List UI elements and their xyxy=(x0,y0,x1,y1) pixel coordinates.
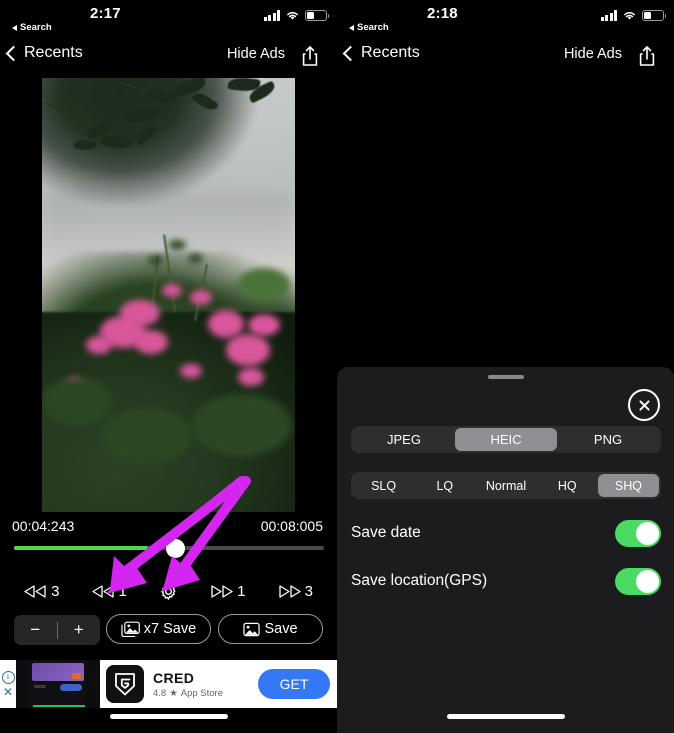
forward-1-button[interactable]: 1 xyxy=(210,583,245,600)
cellular-bars-icon xyxy=(600,10,617,21)
star-icon: ★ xyxy=(169,687,178,699)
hide-ads-button[interactable]: Hide Ads xyxy=(564,46,622,62)
quality-option-lq[interactable]: LQ xyxy=(414,474,475,497)
home-indicator xyxy=(109,714,228,719)
seek-bar-fill xyxy=(14,546,148,550)
share-icon[interactable] xyxy=(638,45,656,67)
screenshot-root: 2:17 Search Recents Hide Ads 00:04:243 0… xyxy=(0,0,674,733)
settings-gear-button[interactable] xyxy=(159,582,178,601)
gear-icon xyxy=(161,582,176,600)
back-triangle-icon xyxy=(12,24,17,31)
decrement-button[interactable]: − xyxy=(14,620,57,640)
cellular-bars-icon xyxy=(263,10,280,21)
video-frame-preview[interactable] xyxy=(42,78,295,512)
status-bar: 2:17 Search xyxy=(0,0,337,40)
close-circle-icon[interactable] xyxy=(628,389,660,421)
nav-bar: Recents Hide Ads xyxy=(337,40,674,78)
chevron-left-icon xyxy=(342,45,359,61)
forward-3-button[interactable]: 3 xyxy=(278,583,313,600)
status-time: 2:17 xyxy=(90,5,121,22)
ad-banner[interactable]: i ✕ CRED 4.8 ★ App Store GET xyxy=(0,660,337,708)
rewind-icon xyxy=(24,584,46,598)
rewind-1-label: 1 xyxy=(118,582,127,600)
save-date-row: Save date xyxy=(351,516,661,550)
ad-app-name: CRED xyxy=(153,669,195,686)
wifi-icon xyxy=(287,12,298,20)
rewind-1-button[interactable]: 1 xyxy=(91,582,127,600)
share-icon[interactable] xyxy=(301,45,319,67)
sheet-grabber[interactable] xyxy=(487,375,524,379)
back-to-search-link[interactable]: Search xyxy=(12,22,52,33)
save-location-toggle[interactable] xyxy=(615,567,661,595)
save-settings-sheet: JPEG HEIC PNG SLQ LQ Normal HQ SHQ Save … xyxy=(337,367,674,733)
battery-icon xyxy=(305,10,330,21)
format-option-heic[interactable]: HEIC xyxy=(455,428,557,451)
multi-save-label: x7 Save xyxy=(143,621,197,637)
ad-controls: i ✕ xyxy=(0,660,16,708)
save-date-toggle[interactable] xyxy=(615,519,661,547)
hide-ads-button[interactable]: Hide Ads xyxy=(227,46,285,62)
ad-rating: 4.8 xyxy=(153,687,167,699)
save-date-label: Save date xyxy=(351,524,421,541)
wifi-icon xyxy=(624,12,635,20)
back-button[interactable]: Recents xyxy=(5,44,83,62)
quality-option-slq[interactable]: SLQ xyxy=(353,474,414,497)
cred-logo-icon xyxy=(106,665,144,703)
save-location-label: Save location(GPS) xyxy=(351,572,488,589)
back-to-search-label: Search xyxy=(20,22,52,33)
home-indicator xyxy=(446,714,565,719)
quality-option-normal[interactable]: Normal xyxy=(475,474,536,497)
action-button-row: − + x7 Save Save xyxy=(0,612,337,648)
nav-bar: Recents Hide Ads xyxy=(0,40,337,78)
ad-store: App Store xyxy=(180,687,223,699)
format-option-png[interactable]: PNG xyxy=(557,428,659,451)
close-icon[interactable]: ✕ xyxy=(3,686,13,698)
frame-stepper: − + xyxy=(14,615,100,645)
chevron-left-icon xyxy=(5,45,22,61)
forward-1-label: 1 xyxy=(237,582,246,600)
rewind-3-button[interactable]: 3 xyxy=(24,583,59,600)
forward-3-label: 3 xyxy=(304,582,313,600)
increment-button[interactable]: + xyxy=(58,620,101,640)
left-screen-panel: 2:17 Search Recents Hide Ads 00:04:243 0… xyxy=(0,0,337,733)
ad-text: CRED 4.8 ★ App Store xyxy=(153,670,258,699)
save-location-row: Save location(GPS) xyxy=(351,564,661,598)
seek-bar-thumb[interactable] xyxy=(166,539,185,558)
current-time-label: 00:04:243 xyxy=(12,518,75,534)
ad-subtitle: 4.8 ★ App Store xyxy=(153,688,258,699)
quality-option-shq[interactable]: SHQ xyxy=(597,474,660,497)
back-button-label: Recents xyxy=(361,44,420,61)
time-labels: 00:04:243 00:08:005 xyxy=(0,518,337,540)
ad-get-button[interactable]: GET xyxy=(258,669,330,699)
back-to-search-link[interactable]: Search xyxy=(349,22,389,33)
total-time-label: 00:08:005 xyxy=(260,518,323,534)
ad-content: CRED 4.8 ★ App Store GET xyxy=(100,660,337,708)
transport-controls: 3 1 1 3 xyxy=(0,575,337,607)
single-save-button[interactable]: Save xyxy=(218,614,323,644)
quality-option-hq[interactable]: HQ xyxy=(537,474,598,497)
status-indicators xyxy=(600,10,667,21)
back-to-search-label: Search xyxy=(357,22,389,33)
rewind-icon xyxy=(91,584,114,598)
back-button-label: Recents xyxy=(24,44,83,61)
quality-segmented-control: SLQ LQ Normal HQ SHQ xyxy=(351,472,661,499)
rewind-3-label: 3 xyxy=(51,582,60,600)
forward-icon xyxy=(211,584,233,598)
photo-stack-icon xyxy=(121,621,140,637)
forward-icon xyxy=(278,584,301,598)
format-option-jpeg[interactable]: JPEG xyxy=(353,428,455,451)
status-bar: 2:18 Search xyxy=(337,0,674,40)
multi-save-button[interactable]: x7 Save xyxy=(106,614,211,644)
single-save-label: Save xyxy=(264,621,298,637)
info-icon[interactable]: i xyxy=(1,670,15,684)
back-button[interactable]: Recents xyxy=(342,44,420,62)
status-indicators xyxy=(263,10,330,21)
format-segmented-control: JPEG HEIC PNG xyxy=(351,426,661,453)
back-triangle-icon xyxy=(349,24,354,31)
battery-icon xyxy=(642,10,667,21)
ad-screenshot xyxy=(16,660,100,708)
right-screen-panel: 2:18 Search Recents Hide Ads JPEG HEIC P… xyxy=(337,0,674,733)
photo-icon xyxy=(243,622,261,636)
status-time: 2:18 xyxy=(427,5,458,22)
